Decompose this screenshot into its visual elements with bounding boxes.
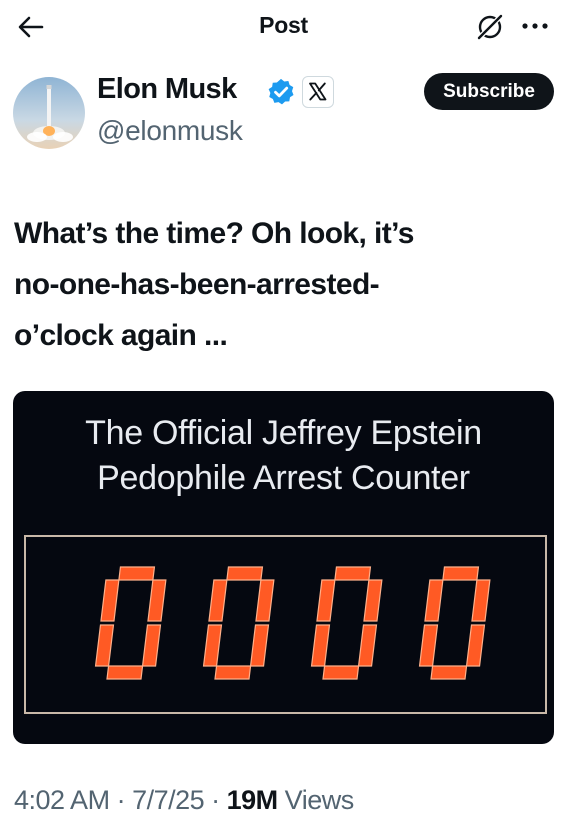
avatar[interactable] xyxy=(13,77,85,149)
media-caption-line: Pedophile Arrest Counter xyxy=(97,459,470,497)
digit-segment xyxy=(363,579,383,622)
rocket-launch-avatar-image xyxy=(13,77,85,149)
more-horizontal-icon xyxy=(522,23,548,29)
counter-digit xyxy=(418,566,491,680)
digit-segment xyxy=(106,665,144,680)
more-options-button[interactable] xyxy=(518,14,552,38)
digit-segment xyxy=(316,579,336,622)
post-text-line: o’clock again ... xyxy=(14,319,228,352)
x-logo-icon xyxy=(302,76,334,108)
digit-segment xyxy=(471,579,491,622)
post-text: What’s the time? Oh look, it’s no-one-ha… xyxy=(14,208,544,361)
verified-badge-icon xyxy=(266,77,296,107)
digit-segment xyxy=(214,665,252,680)
counter-digit xyxy=(202,566,275,680)
digit-segment xyxy=(141,624,162,667)
digit-segment xyxy=(418,624,439,667)
post-time[interactable]: 4:02 AM xyxy=(14,785,110,815)
views-count: 19M xyxy=(226,785,279,815)
meta-separator: · xyxy=(204,785,227,815)
digit-segment xyxy=(147,579,167,622)
digit-segment xyxy=(442,566,480,581)
grok-button[interactable] xyxy=(474,11,506,43)
meta-separator: · xyxy=(109,785,133,815)
digit-segment xyxy=(310,624,331,667)
subscribe-button[interactable]: Subscribe xyxy=(424,73,554,110)
seven-segment-digits xyxy=(94,566,491,680)
digit-segment xyxy=(334,566,372,581)
digit-segment xyxy=(465,624,486,667)
digit-segment xyxy=(255,579,275,622)
post-text-line: What’s the time? Oh look, it’s xyxy=(14,217,414,250)
digit-segment xyxy=(226,566,264,581)
grok-icon xyxy=(476,13,504,41)
digit-segment xyxy=(430,665,468,680)
post-media-image[interactable]: The Official Jeffrey Epstein Pedophile A… xyxy=(13,391,554,744)
views-label: Views xyxy=(277,785,355,815)
digit-segment xyxy=(357,624,378,667)
digit-segment xyxy=(202,624,223,667)
digit-segment xyxy=(118,566,156,581)
counter-digit xyxy=(94,566,167,680)
post-date[interactable]: 7/7/25 xyxy=(132,785,205,815)
digit-segment xyxy=(424,579,444,622)
arrest-counter-display xyxy=(24,535,547,714)
post-meta: 4:02 AM · 7/7/25 · 19M Views xyxy=(14,785,354,816)
media-caption-line: The Official Jeffrey Epstein xyxy=(85,414,482,452)
media-caption: The Official Jeffrey Epstein Pedophile A… xyxy=(13,411,554,501)
top-bar: Post xyxy=(0,0,567,52)
author-handle[interactable]: @elonmusk xyxy=(97,115,243,147)
digit-segment xyxy=(208,579,228,622)
counter-digit xyxy=(310,566,383,680)
digit-segment xyxy=(94,624,115,667)
digit-segment xyxy=(322,665,360,680)
digit-segment xyxy=(100,579,120,622)
digit-segment xyxy=(249,624,270,667)
post-text-line: no-one-has-been-arrested- xyxy=(14,268,380,301)
author-display-name[interactable]: Elon Musk xyxy=(97,73,237,106)
